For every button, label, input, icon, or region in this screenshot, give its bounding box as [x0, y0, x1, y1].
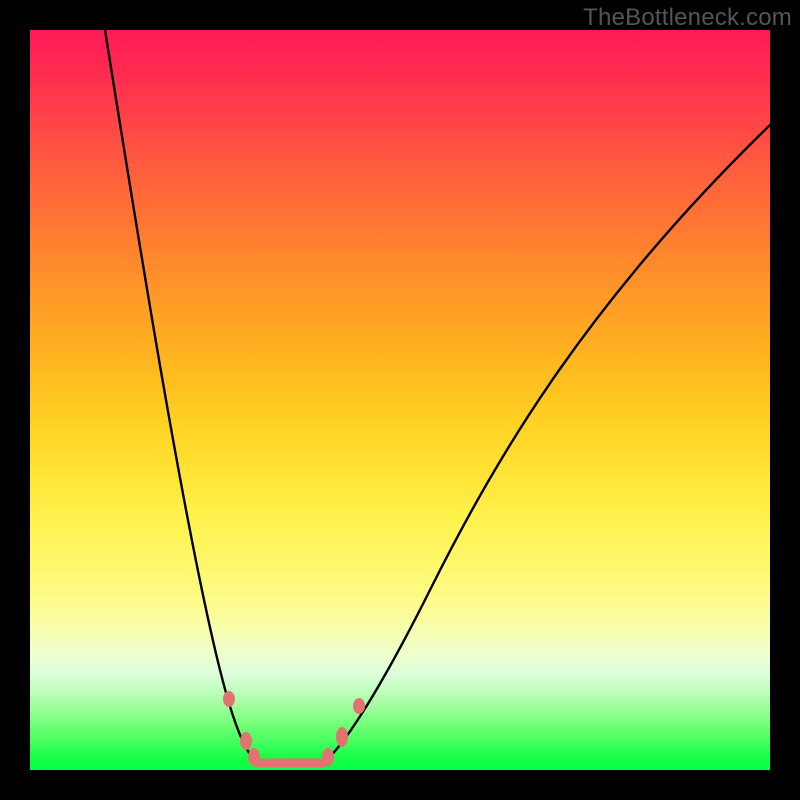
right-curve [323, 125, 770, 763]
chart-frame: TheBottleneck.com [0, 0, 800, 800]
plot-area [30, 30, 770, 770]
left-marker-upper [223, 691, 235, 707]
curves-svg [30, 30, 770, 770]
left-marker-lower [248, 748, 260, 766]
left-marker-mid [240, 732, 252, 750]
left-curve [105, 30, 258, 763]
watermark-text: TheBottleneck.com [583, 4, 792, 32]
right-marker-top [353, 698, 365, 714]
right-marker-lower [322, 748, 334, 766]
right-marker-upper [336, 727, 348, 747]
